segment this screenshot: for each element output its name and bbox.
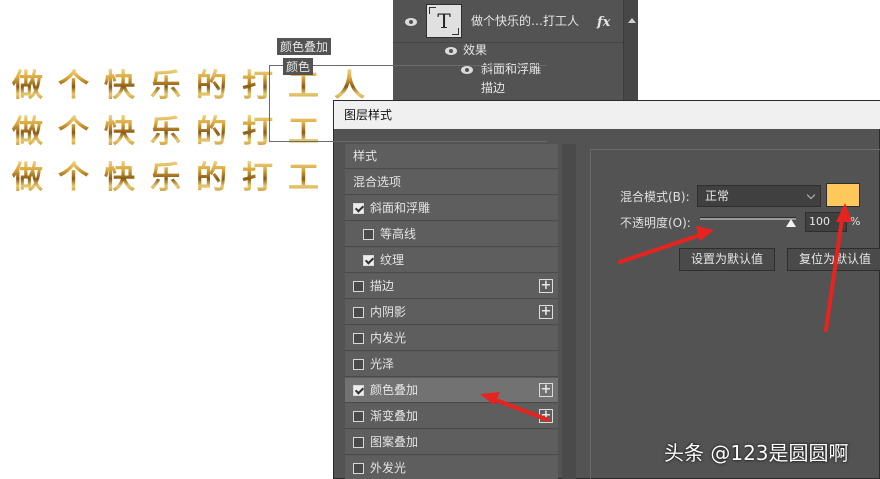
style-list-scrollbar[interactable] xyxy=(562,144,576,479)
canvas-char: 的 xyxy=(196,114,227,150)
blend-options-item[interactable]: 混合选项 xyxy=(345,170,558,195)
layers-scrollbar[interactable] xyxy=(623,0,638,100)
style-item-label: 光泽 xyxy=(370,357,395,371)
canvas-char: 工 xyxy=(288,160,319,196)
checkbox[interactable] xyxy=(353,385,364,396)
style-item-label: 斜面和浮雕 xyxy=(370,201,431,215)
style-item-label: 渐变叠加 xyxy=(370,409,419,423)
overlay-color-swatch[interactable] xyxy=(826,183,860,207)
color-group-box xyxy=(269,65,547,142)
checkbox[interactable] xyxy=(363,229,374,240)
opacity-slider-fill xyxy=(700,218,796,220)
style-item-inner-shadow[interactable]: 内阴影 + xyxy=(345,300,558,325)
style-item-pattern-overlay[interactable]: 图案叠加 xyxy=(345,430,558,455)
style-item-label: 图案叠加 xyxy=(370,435,419,449)
style-item-label: 外发光 xyxy=(370,461,407,475)
text-layer-row[interactable]: T 做个快乐的…打工人 fx xyxy=(393,0,638,43)
style-item-stroke[interactable]: 描边 + xyxy=(345,274,558,299)
set-default-button[interactable]: 设置为默认值 xyxy=(679,248,775,271)
style-list: 样式 混合选项 斜面和浮雕 等高线 纹理 描边 + 内阴影 + 内发光 光泽 颜… xyxy=(345,144,558,479)
blend-mode-label: 混合模式(B): xyxy=(620,190,690,204)
checkbox[interactable] xyxy=(353,333,364,344)
checkbox[interactable] xyxy=(363,255,374,266)
style-item-color-overlay[interactable]: 颜色叠加 + xyxy=(345,378,558,403)
canvas-char: 乐 xyxy=(150,68,181,104)
fx-icon[interactable]: fx xyxy=(597,12,610,33)
canvas-char: 乐 xyxy=(150,114,181,150)
layer-name: 做个快乐的…打工人 xyxy=(471,14,580,28)
opacity-slider-track[interactable] xyxy=(700,217,796,220)
style-item-label: 描边 xyxy=(370,279,395,293)
canvas-char: 做 xyxy=(12,68,43,104)
style-item-gradient-overlay[interactable]: 渐变叠加 + xyxy=(345,404,558,429)
checkbox[interactable] xyxy=(353,411,364,422)
watermark: 头条 @123是圆圆啊 xyxy=(664,441,849,465)
checkbox[interactable] xyxy=(353,437,364,448)
style-item-label: 纹理 xyxy=(380,253,405,267)
style-item-contour[interactable]: 等高线 xyxy=(345,222,558,247)
checkbox[interactable] xyxy=(353,359,364,370)
style-item-texture[interactable]: 纹理 xyxy=(345,248,558,273)
opacity-input[interactable]: 100 xyxy=(805,212,847,232)
style-item-satin[interactable]: 光泽 xyxy=(345,352,558,377)
add-gradient-overlay-button[interactable]: + xyxy=(539,409,553,423)
canvas-text-line-3: 做 个 快 乐 的 打 工 人 xyxy=(12,158,382,198)
canvas-char: 做 xyxy=(12,160,43,196)
canvas-char: 个 xyxy=(58,114,89,150)
canvas-char: 的 xyxy=(196,68,227,104)
color-group-title: 颜色 xyxy=(283,58,314,75)
style-item-bevel-emboss[interactable]: 斜面和浮雕 xyxy=(345,196,558,221)
canvas-char: 快 xyxy=(104,160,135,196)
canvas-char: 乐 xyxy=(150,160,181,196)
opacity-unit: % xyxy=(850,215,861,228)
checkbox[interactable] xyxy=(353,203,364,214)
styles-header[interactable]: 样式 xyxy=(345,144,558,169)
style-item-inner-glow[interactable]: 内发光 xyxy=(345,326,558,351)
blend-mode-value: 正常 xyxy=(705,189,730,203)
scroll-up-icon[interactable] xyxy=(628,18,636,23)
style-item-label: 颜色叠加 xyxy=(370,383,419,397)
add-stroke-button[interactable]: + xyxy=(539,279,553,293)
color-overlay-section-title: 颜色叠加 xyxy=(277,38,332,55)
opacity-label: 不透明度(O): xyxy=(620,216,691,230)
reset-default-button[interactable]: 复位为默认值 xyxy=(787,248,880,271)
style-item-label: 内阴影 xyxy=(370,305,407,319)
canvas-char: 个 xyxy=(58,160,89,196)
canvas-char: 快 xyxy=(104,68,135,104)
style-item-outer-glow[interactable]: 外发光 xyxy=(345,456,558,479)
style-item-label: 内发光 xyxy=(370,331,407,345)
visibility-eye-icon[interactable] xyxy=(445,47,457,55)
chevron-down-icon xyxy=(806,190,816,200)
style-item-label: 等高线 xyxy=(380,227,417,241)
canvas-char: 的 xyxy=(196,160,227,196)
opacity-slider-handle[interactable] xyxy=(786,219,796,227)
visibility-eye-icon[interactable] xyxy=(405,18,417,26)
canvas-char: 个 xyxy=(58,68,89,104)
text-layer-thumbnail-icon: T xyxy=(426,4,462,38)
checkbox[interactable] xyxy=(353,463,364,474)
blend-mode-select[interactable]: 正常 xyxy=(697,185,821,207)
effects-row[interactable]: 效果 xyxy=(393,40,638,61)
add-inner-shadow-button[interactable]: + xyxy=(539,305,553,319)
checkbox[interactable] xyxy=(353,307,364,318)
effects-label: 效果 xyxy=(463,43,488,57)
checkbox[interactable] xyxy=(353,281,364,292)
canvas-char: 做 xyxy=(12,114,43,150)
canvas-char: 打 xyxy=(242,160,273,196)
layer-style-dialog: 图层样式 样式 混合选项 斜面和浮雕 等高线 纹理 描边 + 内阴影 + 内发光 xyxy=(333,100,880,479)
add-color-overlay-button[interactable]: + xyxy=(539,383,553,397)
canvas-char: 快 xyxy=(104,114,135,150)
